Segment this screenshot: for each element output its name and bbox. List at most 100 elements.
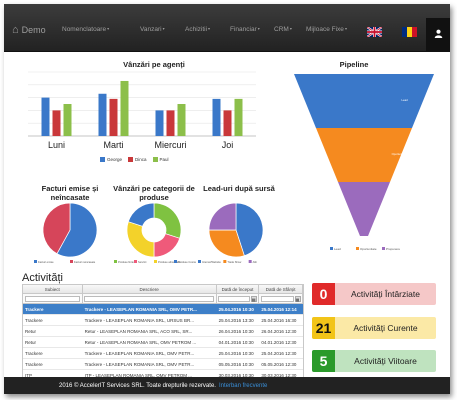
legend-swatch (356, 247, 359, 250)
nav-item-vanzari[interactable]: Vanzari▾ (140, 26, 165, 33)
home-icon: ⌂ (12, 24, 19, 36)
overdue-count: 0 (312, 283, 335, 305)
slice-altii[interactable] (208, 202, 237, 231)
legend-swatch (174, 260, 177, 263)
description-filter-input[interactable] (84, 295, 215, 302)
bar-paul-luni[interactable] (63, 104, 72, 136)
leads-title: Lead-uri după sursă (203, 184, 275, 193)
cell-end: 04.01.2016 12:30 (261, 339, 297, 345)
bar-george-joi[interactable] (212, 98, 221, 136)
cell-subject: Trackere (25, 317, 43, 323)
nav-item-mijloace-fixe[interactable]: Mijloace Fixe▾ (306, 26, 347, 33)
footer-link[interactable]: Interban frecvente (219, 383, 267, 389)
cell-start: 25.04.2016 10:30 (218, 306, 254, 312)
legend-swatch (248, 260, 252, 263)
bar-george-miercuri[interactable] (155, 110, 164, 136)
caret-down-icon: ▾ (289, 26, 292, 31)
nav-item-nomenclatoare[interactable]: Nomenclatoare▾ (62, 26, 109, 33)
column-header-description[interactable]: Descriere (83, 285, 217, 293)
nav-item-achizitii[interactable]: Achizitii▾ (185, 26, 210, 33)
nav-item-financiar[interactable]: Financiar▾ (230, 26, 260, 33)
nav-item-crm[interactable]: CRM▾ (274, 26, 292, 33)
column-header-start[interactable]: Dată de început (217, 285, 260, 293)
current-label: Activități Curente (353, 323, 418, 333)
column-header-end[interactable]: Dată de Sfârșit (259, 285, 303, 293)
slice-produse-finite[interactable] (153, 202, 182, 239)
legend-item-paul[interactable]: Paul (152, 157, 169, 162)
cell-desc: Trackere - LEASEPLAN ROMANIA SRL, OMV PE… (84, 361, 195, 367)
cell-start: 04.01.2016 10:30 (218, 339, 254, 345)
leads-pie-chart: Internet/Website Trade Show Altii (198, 202, 264, 264)
legend-swatch (382, 247, 385, 250)
grid-filter-row: ▦ ▦ (23, 294, 303, 304)
categories-donut-chart: Produse finite Servicii Produse alimentare… (114, 202, 196, 264)
overdue-activities-box[interactable]: 0 Activități Întârziate (312, 283, 436, 305)
legend-swatch (330, 247, 333, 250)
bar-dinca-luni[interactable] (52, 110, 61, 136)
bar-paul-joi[interactable] (234, 98, 243, 136)
cell-desc: Retur - LEASEPLAN ROMANIA SRL, OMV PETRO… (84, 339, 197, 345)
calendar-icon[interactable]: ▦ (250, 295, 257, 302)
funnel-segment-lead[interactable] (294, 74, 434, 128)
legend-label: Produse Cosmetice (178, 260, 196, 264)
legend-label: Lead (334, 247, 341, 251)
cell-end: 25.04.2016 12:30 (261, 350, 297, 356)
legend-swatch (152, 157, 158, 162)
legend-label: Facturi emise (38, 260, 54, 264)
legend-swatch (34, 260, 37, 263)
end-filter-input[interactable] (260, 295, 294, 302)
upcoming-count: 5 (312, 350, 335, 372)
cell-subject: Retur (25, 328, 37, 334)
legend-item-george[interactable]: George (100, 157, 122, 162)
slice-produse-alimentare[interactable] (126, 221, 155, 258)
legend-label: Propunere (386, 247, 400, 251)
footer-copyright: 2016 © AccelerIT Services SRL. Toate dre… (59, 382, 216, 389)
legend-label: Produse finite (118, 260, 134, 264)
funnel-segment-label: Oportunitate (392, 152, 408, 156)
cell-start: 05.05.2016 10:30 (218, 361, 254, 367)
cell-start: 26.04.2016 10:30 (218, 328, 254, 334)
column-header-subject[interactable]: Subiect (23, 285, 83, 293)
subject-filter-input[interactable] (24, 295, 81, 302)
cell-subject: Trackere (25, 361, 43, 367)
invoices-title: Facturi emise și neîncasate (41, 184, 99, 202)
cell-end: 25.04.2016 12:14 (261, 306, 297, 312)
x-tick-label: Joi (222, 140, 234, 150)
invoices-pie-chart: Facturi emise Facturi neincasate (34, 202, 98, 264)
table-row[interactable]: Trackere Trackere - LEASEPLAN ROMANIA SRL… (23, 315, 303, 326)
funnel-segment-label: Lead (402, 98, 409, 102)
legend-label: Servicii (138, 260, 147, 264)
caret-down-icon: ▾ (107, 26, 110, 31)
table-row[interactable]: Trackere Trackere - LEASEPLAN ROMANIA SRL… (23, 304, 303, 315)
user-icon (434, 29, 443, 41)
table-row[interactable]: Trackere Trackere - LEASEPLAN ROMANIA SRL… (23, 359, 303, 370)
uk-flag-icon[interactable] (367, 27, 382, 37)
pipeline-funnel-chart: Lead Oportunitate Propunere Lead Oportunitat… (294, 74, 434, 251)
bar-dinca-joi[interactable] (223, 110, 232, 136)
calendar-icon[interactable]: ▦ (294, 295, 301, 302)
start-filter-input[interactable] (218, 295, 250, 302)
legend-item-dinca[interactable]: Dinca (128, 157, 147, 162)
bar-george-marti[interactable] (98, 93, 107, 136)
slice-servicii[interactable] (153, 233, 181, 258)
bar-dinca-miercuri[interactable] (166, 110, 175, 136)
legend-swatch (128, 157, 134, 162)
slice-produse-cosmetice[interactable] (127, 202, 155, 227)
table-row[interactable]: Retur Retur - LEASEPLAN ROMANIA SRL, OMV … (23, 337, 303, 348)
user-menu-button[interactable] (426, 18, 450, 52)
legend-label: Internet/Website (202, 260, 221, 264)
table-row[interactable]: Trackere Trackere - LEASEPLAN ROMANIA SRL… (23, 348, 303, 359)
brand-link[interactable]: ⌂ Demo (12, 24, 46, 36)
bar-paul-marti[interactable] (120, 80, 129, 136)
caret-down-icon: ▾ (162, 26, 165, 31)
bar-paul-miercuri[interactable] (177, 104, 186, 136)
legend-label: Oportunitate (360, 247, 377, 251)
caret-down-icon: ▾ (257, 26, 260, 31)
table-row[interactable]: Retur Retur - LEASEPLAN ROMANIA SRL, ACO … (23, 326, 303, 337)
bar-george-luni[interactable] (41, 97, 50, 136)
current-activities-box[interactable]: 21 Activități Curente (312, 317, 436, 339)
funnel-segment-label: Propunere (382, 206, 396, 210)
ro-flag-icon[interactable] (402, 27, 417, 37)
bar-dinca-marti[interactable] (109, 98, 118, 136)
upcoming-activities-box[interactable]: 5 Activități Viitoare (312, 350, 436, 372)
